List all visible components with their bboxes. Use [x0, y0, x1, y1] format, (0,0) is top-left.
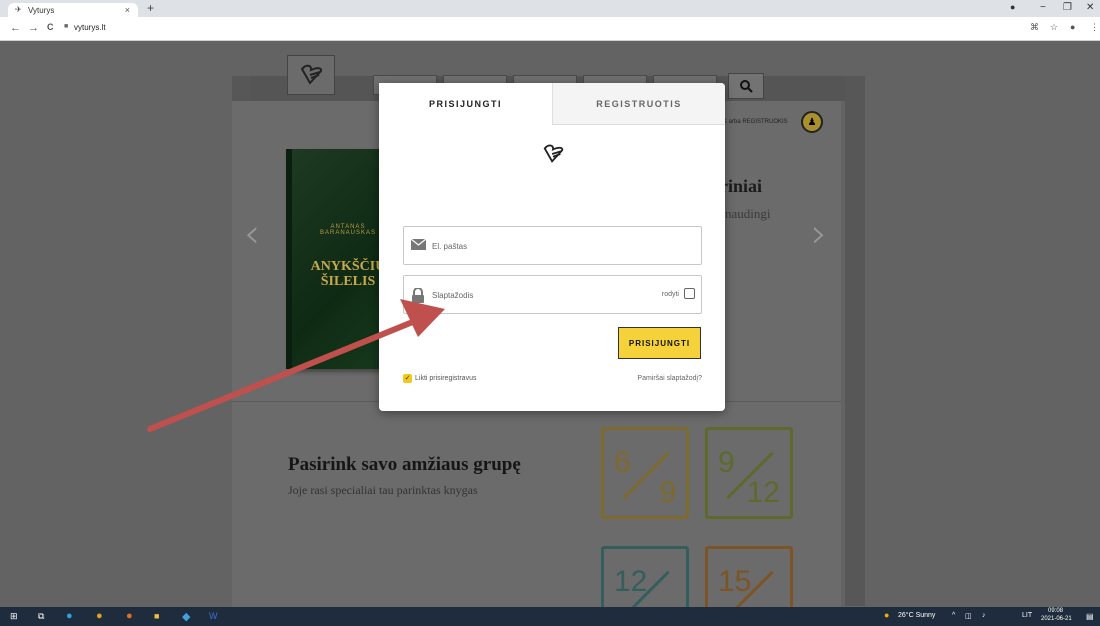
envelope-icon	[411, 239, 426, 250]
url-text: vyturys.lt	[74, 23, 106, 32]
url-field[interactable]: ■ vyturys.lt	[64, 21, 1004, 35]
show-password-checkbox[interactable]	[684, 288, 695, 299]
email-placeholder: El. paštas	[432, 242, 468, 251]
email-field[interactable]: El. paštas	[403, 226, 702, 265]
featured-book-cover[interactable]: ANTANAS BARANAUSKAS ANYKŠČIŲ ŠILELIS	[286, 149, 390, 369]
right-frame	[845, 76, 865, 606]
remember-me-label: Likti prisiregistravus	[415, 375, 477, 382]
age-group-subtitle: Joje rasi specialiai tau parinktas knyga…	[288, 483, 478, 497]
remember-me-checkbox[interactable]: ✓ Likti prisiregistravus	[403, 374, 477, 383]
windows-start-icon[interactable]: ⊞	[10, 611, 18, 622]
search-icon	[740, 80, 753, 93]
notifications-icon[interactable]: ▤	[1086, 612, 1094, 621]
age-to: 12	[746, 476, 780, 509]
clock-date[interactable]: 2021-06-21	[1041, 616, 1072, 622]
back-button[interactable]: ←	[10, 22, 21, 34]
chrome-icon[interactable]: ●	[96, 610, 103, 622]
clock-time[interactable]: 09:08	[1048, 608, 1063, 614]
age-from: 15	[718, 565, 752, 598]
browser-tab[interactable]: ✈ Vyturys ×	[8, 3, 138, 17]
carousel-next-icon[interactable]: ›	[811, 211, 827, 257]
bookmark-star-icon[interactable]: ☆	[1050, 22, 1058, 33]
minimize-button[interactable]: −	[1040, 2, 1046, 13]
lock-icon	[412, 288, 424, 303]
weather-text[interactable]: 26°C Sunny	[898, 612, 935, 619]
word-icon[interactable]: W	[209, 611, 218, 621]
new-tab-button[interactable]: +	[147, 1, 154, 15]
site-favicon-icon: ✈	[15, 5, 22, 14]
book-author: ANTANAS BARANAUSKAS	[319, 224, 376, 236]
menu-dots-icon[interactable]: ⋮	[1090, 22, 1099, 33]
site-logo[interactable]	[287, 55, 335, 95]
password-placeholder: Slaptažodis	[432, 291, 474, 300]
reload-button[interactable]: C	[47, 22, 54, 32]
lock-icon: ■	[64, 23, 69, 30]
window-close-button[interactable]: ✕	[1086, 2, 1094, 13]
tab-title: Vyturys	[28, 6, 55, 15]
register-link[interactable]: K arba REGISTRUOKIS	[723, 119, 788, 125]
bird-logo-icon	[300, 64, 323, 85]
network-icon[interactable]: ◫	[965, 612, 972, 620]
firefox-icon[interactable]: ●	[126, 610, 133, 622]
volume-icon[interactable]: ♪	[982, 612, 986, 619]
age-group-15[interactable]: 15	[705, 546, 793, 607]
age-to: 9	[659, 476, 676, 509]
age-group-title: Pasirink savo amžiaus grupę	[288, 454, 521, 475]
login-submit-button[interactable]: PRISIJUNGTI	[618, 327, 701, 359]
extensions-icon[interactable]: ⌘	[1030, 22, 1039, 33]
forgot-password-link[interactable]: Pamiršai slaptažodį?	[637, 375, 702, 382]
age-from: 9	[718, 446, 735, 479]
weather-icon: ●	[884, 610, 890, 620]
language-indicator[interactable]: LIT	[1022, 612, 1032, 619]
profile-icon[interactable]: ●	[1010, 2, 1015, 12]
show-password-label: rodyti	[661, 291, 679, 298]
address-bar: ← → C ■ vyturys.lt ⌘ ☆ ● ⋮	[0, 17, 1100, 41]
carousel-prev-icon[interactable]: ‹	[244, 211, 260, 257]
age-from: 6	[614, 446, 631, 479]
bird-logo-icon	[543, 144, 564, 163]
tray-chevron-icon[interactable]: ^	[952, 612, 955, 619]
app-icon[interactable]: ◆	[182, 610, 190, 623]
age-group-6-9[interactable]: 6 9	[601, 427, 689, 519]
slide-heading: riniai	[720, 176, 763, 196]
search-button[interactable]	[728, 73, 764, 99]
checkmark-icon: ✓	[403, 374, 412, 383]
tab-register[interactable]: REGISTRUOTIS	[552, 83, 725, 125]
slide-subtext: naudingi	[725, 206, 771, 221]
forward-button[interactable]: →	[28, 22, 39, 34]
tab-close-icon[interactable]: ×	[125, 5, 130, 15]
browser-tab-strip: ✈ Vyturys × + ● − ❐ ✕	[0, 0, 1100, 17]
edge-icon[interactable]: ●	[66, 610, 73, 622]
page-overlay: K arba REGISTRUOKIS ♟ ‹ › ANTANAS BARANA…	[0, 41, 1100, 607]
windows-taskbar: ⊞ ⧉ ● ● ● ■ ◆ W ● 26°C Sunny ^ ◫ ♪ LIT 0…	[0, 607, 1100, 626]
file-explorer-icon[interactable]: ■	[154, 611, 159, 621]
age-group-12[interactable]: 12	[601, 546, 689, 607]
task-view-icon[interactable]: ⧉	[38, 611, 44, 622]
password-field[interactable]: Slaptažodis rodyti	[403, 275, 702, 314]
restore-button[interactable]: ❐	[1063, 2, 1072, 13]
account-icon[interactable]: ●	[1070, 22, 1075, 32]
user-add-icon[interactable]: ♟	[801, 111, 823, 133]
age-from: 12	[614, 565, 648, 598]
age-group-9-12[interactable]: 9 12	[705, 427, 793, 519]
login-modal: PRISIJUNGTI REGISTRUOTIS El. paštas Slap…	[379, 83, 725, 411]
tab-login[interactable]: PRISIJUNGTI	[379, 83, 552, 125]
